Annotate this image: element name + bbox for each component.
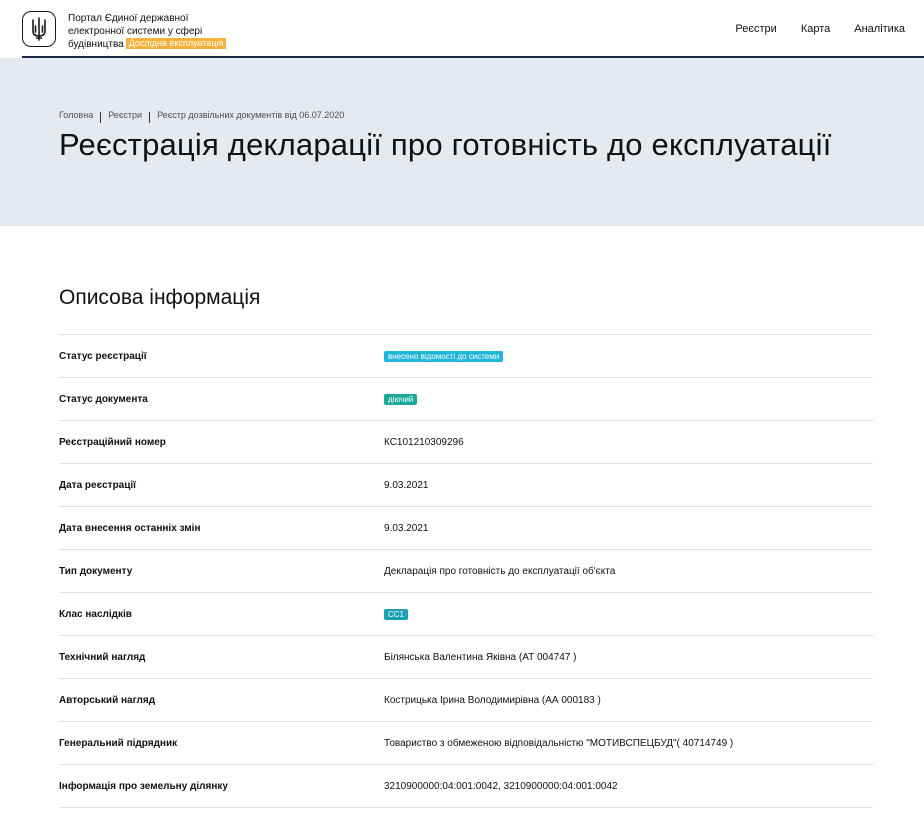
table-row: Інформація про земельну ділянку 32109000… <box>59 765 873 808</box>
site-header: Портал Єдиної державної електронної сист… <box>0 0 924 58</box>
row-label: Генеральний підрядник <box>59 738 178 749</box>
nav-map[interactable]: Карта <box>801 22 830 36</box>
row-label: Технічний нагляд <box>59 652 146 663</box>
page: Портал Єдиної державної електронної сист… <box>0 0 924 819</box>
portal-title-line: Портал Єдиної державної <box>68 13 189 24</box>
row-label: Клас наслідків <box>59 609 132 620</box>
row-label: Інформація про земельну ділянку <box>59 781 228 792</box>
trident-icon <box>32 17 46 41</box>
table-row: Тип документу Декларація про готовність … <box>59 550 873 593</box>
nav-analytics[interactable]: Аналітика <box>854 22 905 36</box>
table-row: Дата внесення останніх змін 9.03.2021 <box>59 507 873 550</box>
row-label: Реєстраційний номер <box>59 437 166 448</box>
section-title: Описова інформація <box>59 286 261 309</box>
row-value: 9.03.2021 <box>384 480 429 491</box>
row-label: Тип документу <box>59 566 133 577</box>
registration-status-badge: внесено відомості до системи <box>384 350 504 362</box>
row-label: Статус документа <box>59 394 148 405</box>
breadcrumb-separator <box>149 112 151 123</box>
breadcrumb: Головна Реєстри Реєстр дозвільних докуме… <box>59 109 344 123</box>
main-nav: Реєстри Карта Аналітика <box>735 22 905 36</box>
breadcrumb-current[interactable]: Реєстр дозвільних документів від 06.07.2… <box>157 110 344 120</box>
portal-title-line: електронної системи у сфері <box>68 26 203 37</box>
table-row: Реєстраційний номер КС101210309296 <box>59 421 873 464</box>
table-row: Авторський нагляд Кострицька Ірина Волод… <box>59 679 873 722</box>
coat-of-arms-logo[interactable] <box>22 11 56 47</box>
table-row: Генеральний підрядник Товариство з обмеж… <box>59 722 873 765</box>
beta-badge: Дослідна експлуатація <box>125 38 227 49</box>
portal-title-line: будівництва <box>68 39 124 50</box>
row-value: 3210900000:04:001:0042, 3210900000:04:00… <box>384 781 618 792</box>
row-value: Декларація про готовність до експлуатаці… <box>384 566 616 577</box>
breadcrumb-home[interactable]: Головна <box>59 110 93 120</box>
row-label: Дата внесення останніх змін <box>59 523 201 534</box>
breadcrumb-separator <box>100 112 102 123</box>
breadcrumb-registries[interactable]: Реєстри <box>108 110 142 120</box>
row-value: Товариство з обмеженою відповідальністю … <box>384 738 734 749</box>
nav-registries[interactable]: Реєстри <box>735 22 776 36</box>
row-value: КС101210309296 <box>384 437 464 448</box>
table-row: Статус документа діючий <box>59 378 873 421</box>
page-title: Реєстрація декларації про готовність до … <box>59 127 832 162</box>
info-table: Статус реєстрації внесено відомості до с… <box>59 334 873 808</box>
table-row: Дата реєстрації 9.03.2021 <box>59 464 873 507</box>
row-label: Статус реєстрації <box>59 351 147 362</box>
row-label: Дата реєстрації <box>59 480 136 491</box>
row-value: Білянська Валентина Яківна (АТ 004747 ) <box>384 652 577 663</box>
portal-title[interactable]: Портал Єдиної державної електронної сист… <box>68 12 258 51</box>
consequence-class-badge: СС1 <box>384 608 409 620</box>
table-row: Статус реєстрації внесено відомості до с… <box>59 335 873 378</box>
row-value: 9.03.2021 <box>384 523 429 534</box>
row-label: Авторський нагляд <box>59 695 156 706</box>
table-row: Технічний нагляд Білянська Валентина Які… <box>59 636 873 679</box>
table-row: Клас наслідків СС1 <box>59 593 873 636</box>
document-status-badge: діючий <box>384 393 418 405</box>
row-value: Кострицька Ірина Володимирівна (АА 00018… <box>384 695 601 706</box>
